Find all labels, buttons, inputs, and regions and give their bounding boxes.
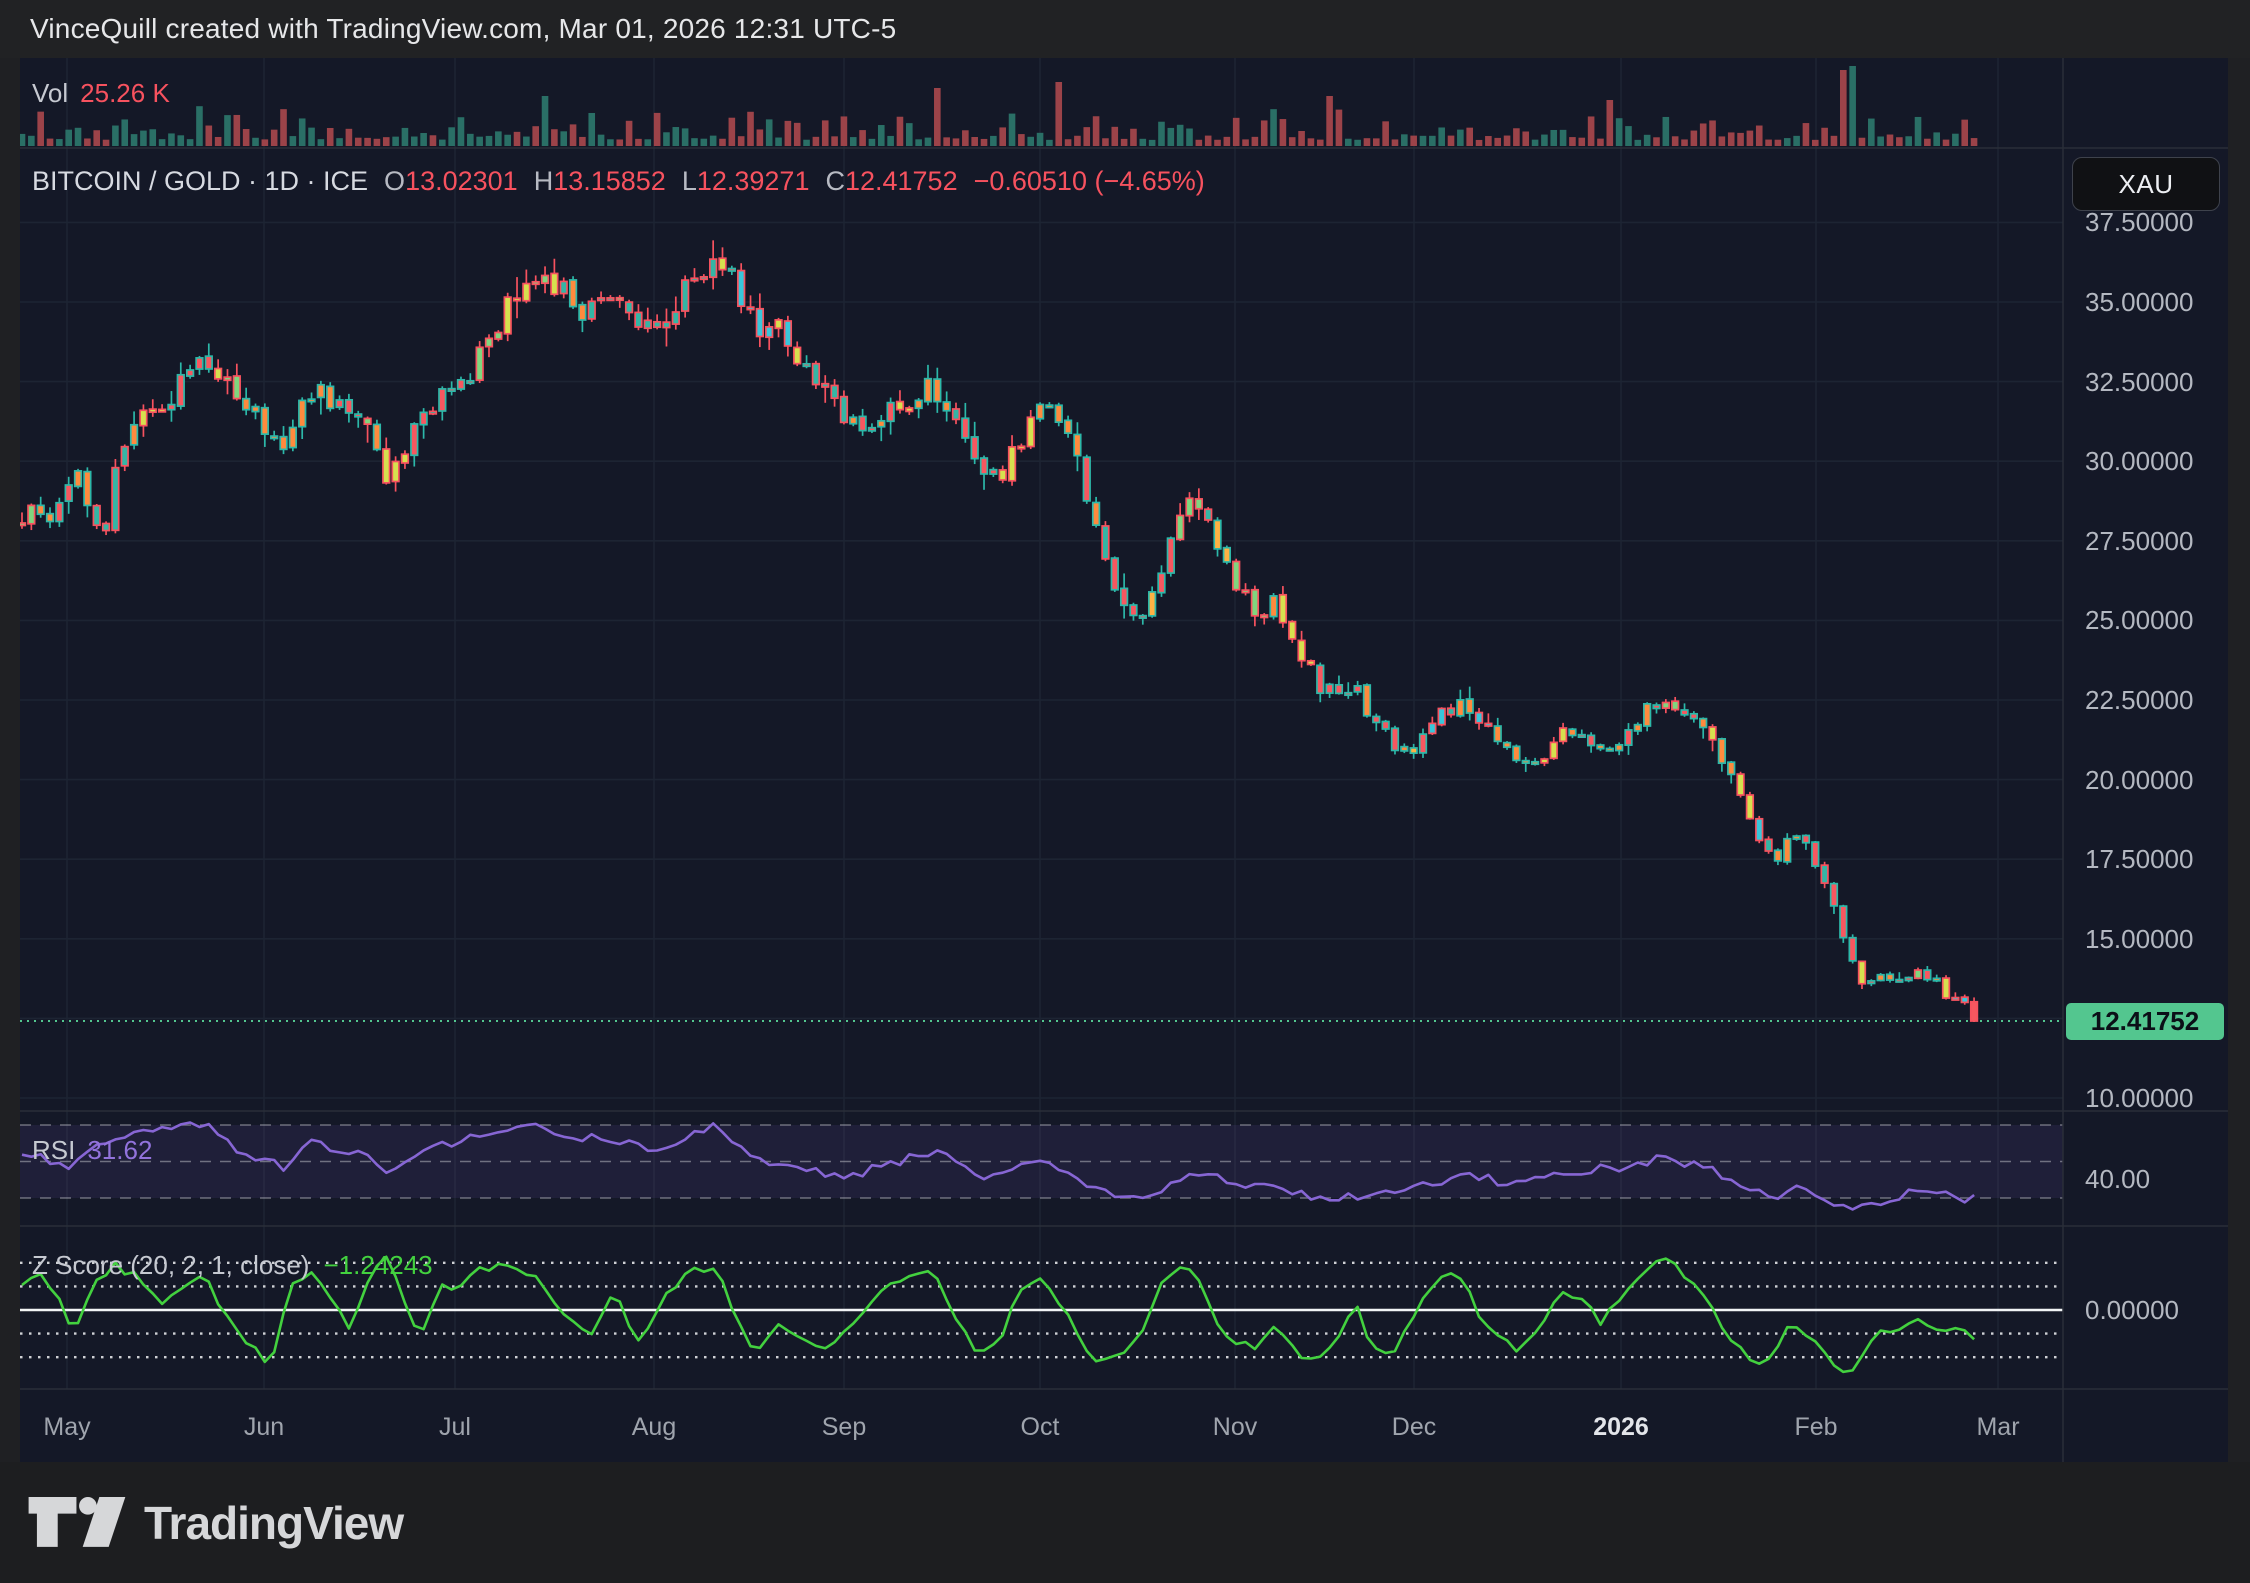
time-tick-label: 2026 (1551, 1413, 1691, 1442)
footer-bar: TradingView (0, 1462, 2250, 1583)
snapshot-title-bar: VinceQuill created with TradingView.com,… (0, 0, 2250, 58)
tradingview-logo-icon (28, 1497, 128, 1549)
time-tick-label: Aug (584, 1413, 724, 1442)
tradingview-logo-link[interactable]: TradingView (28, 1496, 403, 1550)
time-tick-label: Jul (385, 1413, 525, 1442)
time-tick-label: Mar (1928, 1413, 2068, 1442)
time-scale[interactable]: MayJunJulAugSepOctNovDec2026FebMar (20, 1389, 2228, 1462)
tradingview-snapshot: VinceQuill created with TradingView.com,… (0, 0, 2250, 1583)
time-tick-label: May (0, 1413, 137, 1442)
time-tick-label: Nov (1165, 1413, 1305, 1442)
time-tick-label: Feb (1746, 1413, 1886, 1442)
tradingview-brand-text: TradingView (144, 1496, 403, 1550)
chart-widget: Vol25.26 K BITCOIN / GOLD · 1D · ICEO13.… (20, 58, 2228, 1462)
time-tick-label: Sep (774, 1413, 914, 1442)
time-tick-label: Oct (970, 1413, 1110, 1442)
snapshot-title: VinceQuill created with TradingView.com,… (30, 13, 896, 45)
time-tick-label: Jun (194, 1413, 334, 1442)
time-tick-label: Dec (1344, 1413, 1484, 1442)
time-tick-list: MayJunJulAugSepOctNovDec2026FebMar (20, 58, 2228, 1462)
